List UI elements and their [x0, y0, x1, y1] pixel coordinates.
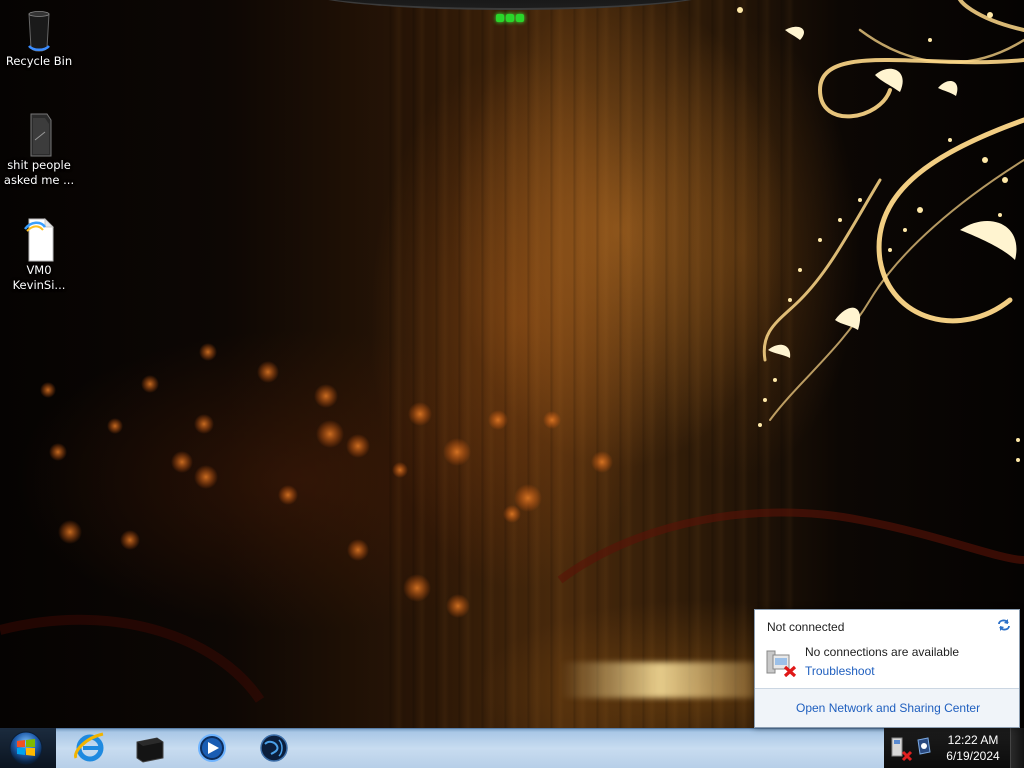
recycle-bin-icon-item[interactable]: Recycle Bin [1, 6, 77, 69]
troubleshoot-link[interactable]: Troubleshoot [805, 664, 875, 678]
taskbar-internet-explorer[interactable] [62, 729, 118, 767]
taskbar-globe-app[interactable] [246, 729, 302, 767]
black-box-icon [136, 737, 164, 763]
open-network-sharing-center-link[interactable]: Open Network and Sharing Center [796, 701, 980, 715]
network-flyout: Not connected No connections are availab… [754, 609, 1020, 728]
taskbar-clock[interactable]: 12:22 AM 6/19/2024 [940, 732, 1006, 764]
clock-time: 12:22 AM [947, 733, 999, 747]
refresh-icon[interactable] [997, 618, 1011, 632]
show-desktop-button[interactable] [1010, 728, 1024, 768]
recycle-bin-label: Recycle Bin [5, 54, 73, 68]
file-shortcut-icon [30, 113, 52, 157]
taskbar-black-box-app[interactable] [122, 729, 178, 767]
text-document-label: VM0 KevinSi... [12, 263, 66, 292]
text-document-icon-item[interactable]: VM0 KevinSi... [1, 215, 77, 293]
globe-icon [260, 734, 288, 762]
taskbar-media-player[interactable] [184, 729, 240, 767]
file-shortcut-icon-item[interactable]: shit people asked me ... [1, 110, 77, 188]
clock-date: 6/19/2024 [946, 749, 1000, 763]
media-player-icon [198, 734, 226, 762]
action-center-icon[interactable] [914, 734, 934, 758]
windows-orb-icon[interactable] [6, 730, 46, 766]
file-shortcut-label: shit people asked me ... [3, 158, 75, 187]
text-document-icon [24, 218, 54, 262]
no-connections-message: No connections are available [805, 645, 960, 659]
network-disconnected-icon[interactable] [890, 734, 914, 762]
status-lights [496, 7, 526, 22]
network-adapter-icon [766, 650, 797, 677]
network-status-title: Not connected [767, 620, 845, 634]
ie-icon [74, 732, 104, 762]
recycle-bin-icon [28, 11, 50, 52]
